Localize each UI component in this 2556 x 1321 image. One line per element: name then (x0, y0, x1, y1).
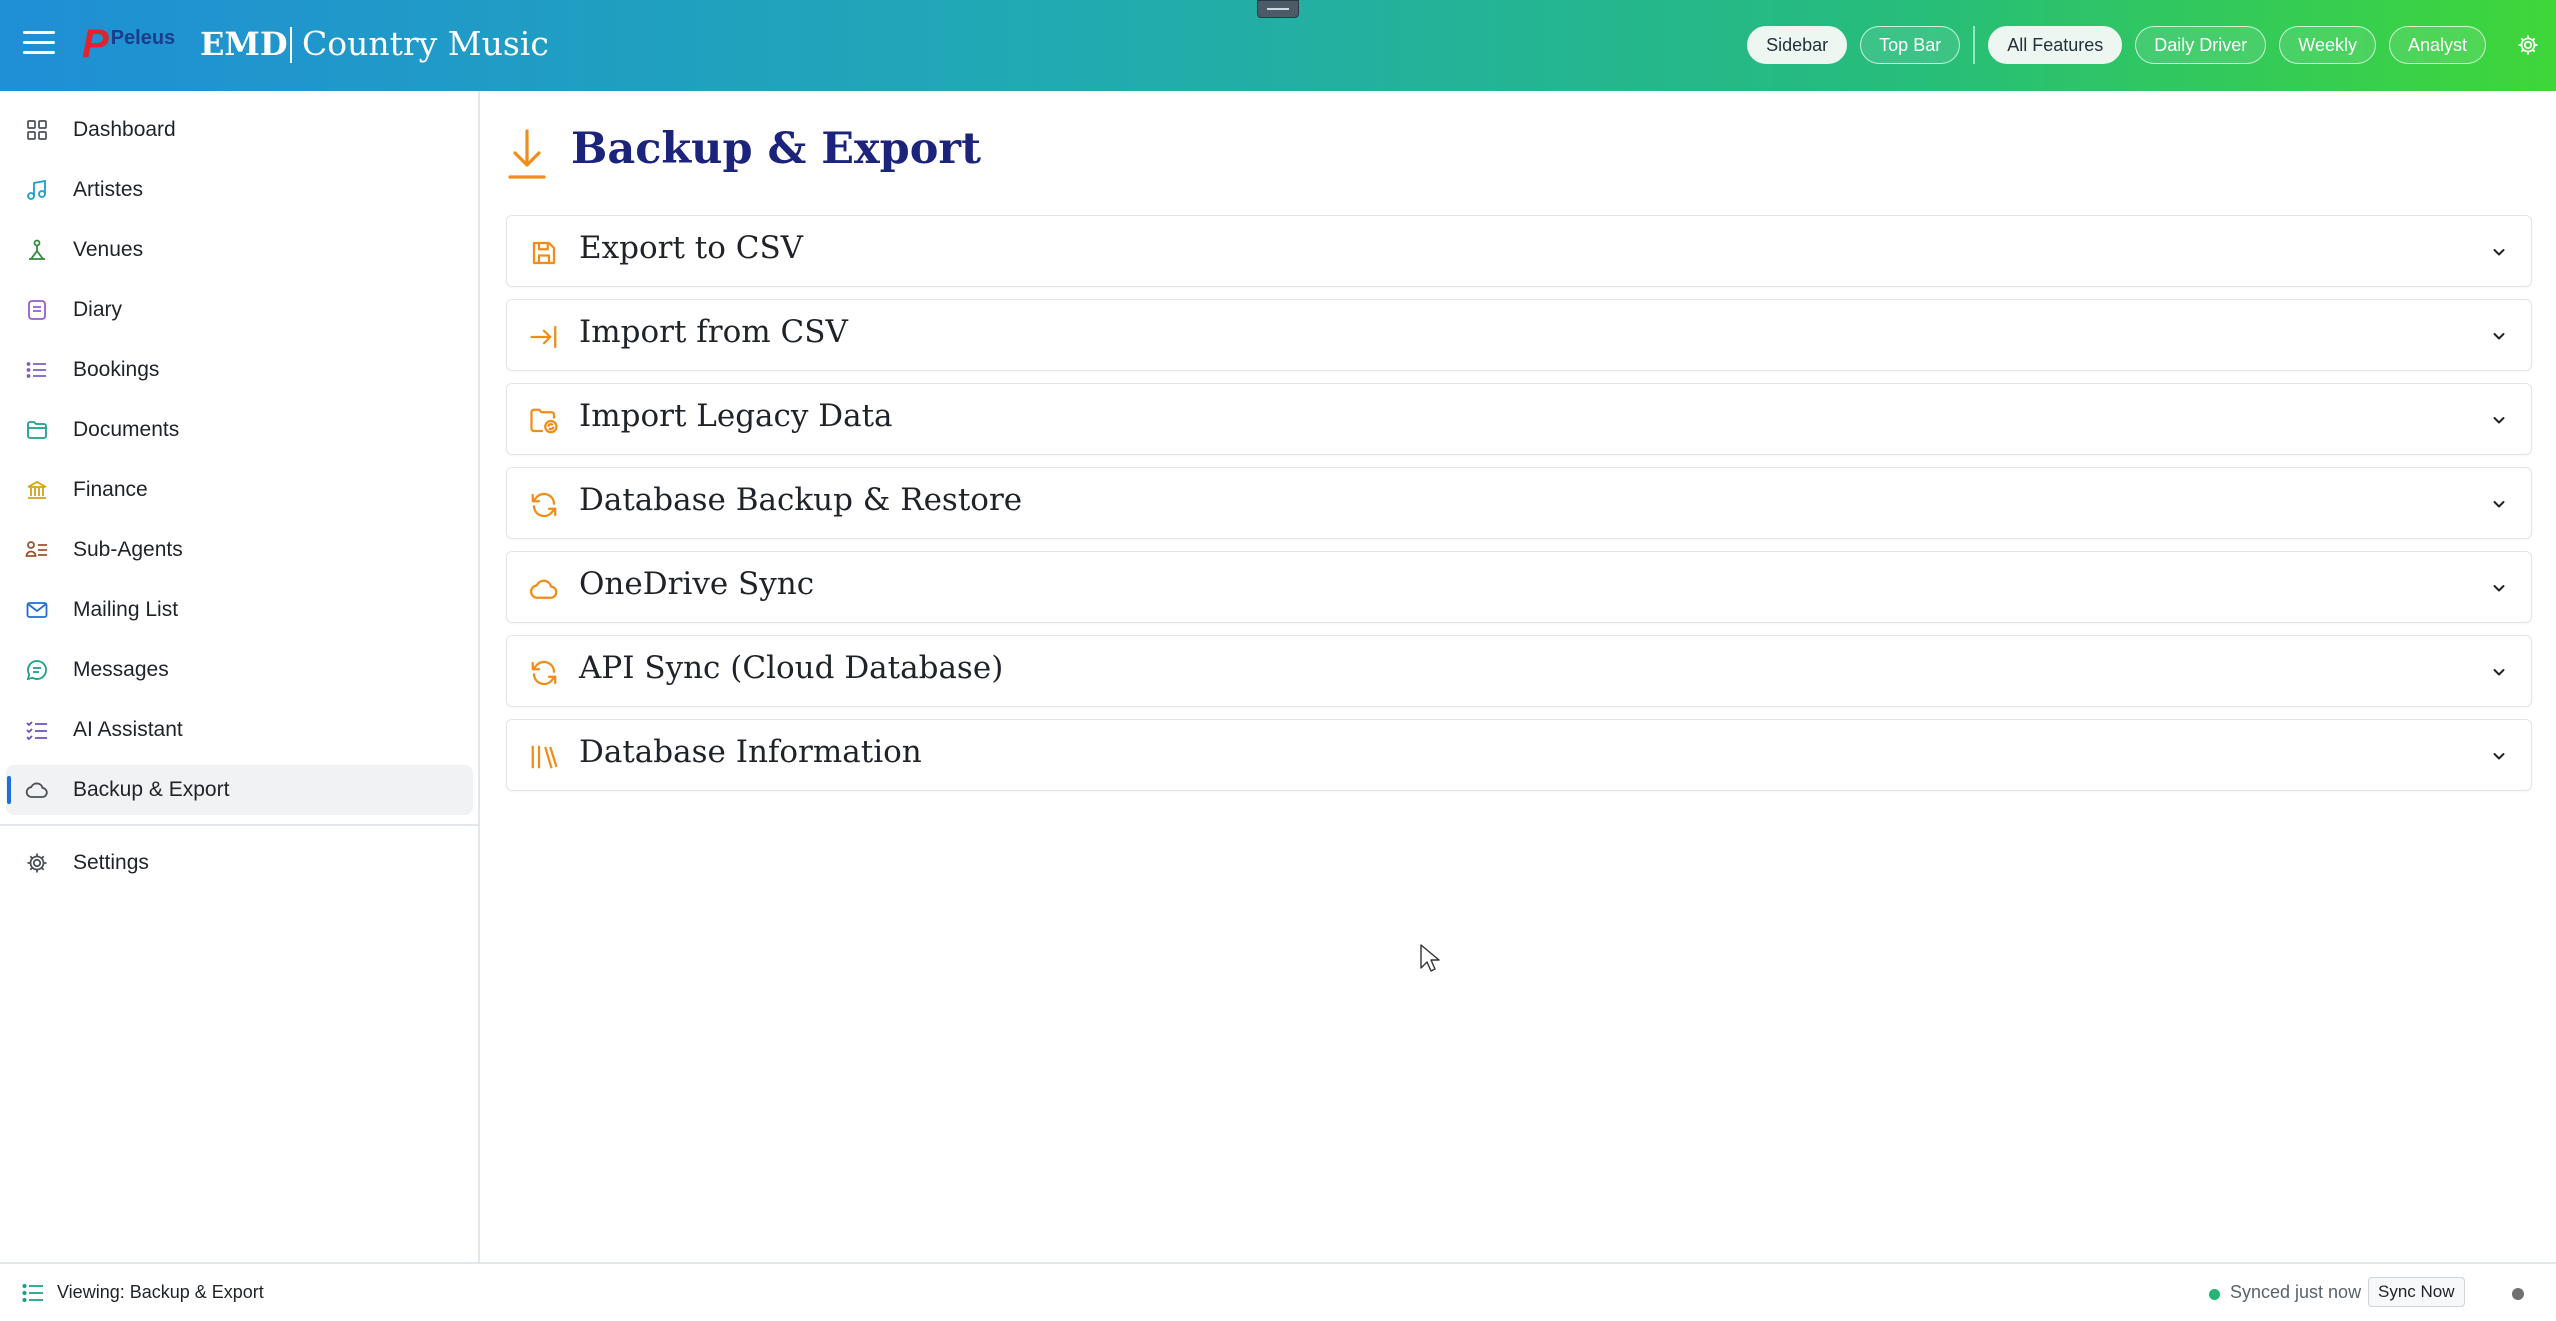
pill-all-features[interactable]: All Features (1988, 26, 2123, 64)
sync-now-button[interactable]: Sync Now (2368, 1277, 2465, 1307)
panel-onedrive-sync[interactable]: OneDrive Sync (506, 551, 2532, 623)
sidebar-item-sub-agents[interactable]: Sub-Agents (6, 525, 473, 575)
pill-daily-driver[interactable]: Daily Driver (2135, 26, 2267, 64)
sidebar-item-label: Bookings (73, 358, 160, 381)
sidebar-item-label: Backup & Export (73, 778, 230, 801)
page-title: Backup & Export (571, 124, 981, 174)
sidebar-item-documents[interactable]: Documents (6, 405, 473, 455)
sidebar-divider (0, 824, 478, 826)
top-bar: P Peleus EMD Country Music Sidebar Top B… (0, 0, 2556, 91)
cloud-icon (530, 579, 558, 599)
sidebar-item-mailing-list[interactable]: Mailing List (6, 585, 473, 635)
sidebar-item-venues[interactable]: Venues (6, 225, 473, 275)
chevron-down-icon (2493, 669, 2505, 676)
panel-label: Import from CSV (579, 314, 848, 350)
panel-label: OneDrive Sync (579, 566, 815, 602)
checklist-icon (24, 717, 50, 743)
library-icon (531, 745, 558, 769)
sidebar-item-diary[interactable]: Diary (6, 285, 473, 335)
sidebar: Dashboard Artistes Venues Diary Bookings… (0, 91, 480, 1262)
import-arrow-icon (530, 325, 557, 349)
sidebar-item-label: Diary (73, 298, 123, 321)
grid-icon (24, 117, 50, 143)
list-icon (24, 357, 50, 383)
title-divider (290, 27, 292, 63)
sidebar-item-label: AI Assistant (73, 718, 183, 741)
hamburger-menu-icon[interactable] (23, 31, 55, 57)
sidebar-item-label: Artistes (73, 178, 144, 201)
panel-label: Database Information (579, 734, 922, 770)
pill-separator (1973, 26, 1976, 64)
app-name: Country Music (302, 24, 549, 63)
sidebar-item-artistes[interactable]: Artistes (6, 165, 473, 215)
panel-database-information[interactable]: Database Information (506, 719, 2532, 791)
status-bar: Viewing: Backup & Export Synced just now… (0, 1262, 2556, 1321)
sidebar-item-backup-export[interactable]: Backup & Export (6, 765, 473, 815)
venue-icon (24, 237, 50, 263)
sidebar-item-label: Dashboard (73, 118, 176, 141)
panel-import-from-csv[interactable]: Import from CSV (506, 299, 2532, 371)
refresh-icon (531, 492, 557, 518)
music-note-icon (24, 177, 50, 203)
sidebar-item-label: Sub-Agents (73, 538, 183, 561)
view-mode-pills: Sidebar Top Bar All Features Daily Drive… (1747, 26, 2486, 64)
refresh-icon (531, 660, 557, 686)
sync-status-dot (2209, 1289, 2220, 1300)
mail-icon (24, 597, 50, 623)
folder-sync-icon (530, 408, 558, 434)
chevron-down-icon (2493, 249, 2505, 256)
pill-top-bar[interactable]: Top Bar (1860, 26, 1961, 64)
panel-api-sync[interactable]: API Sync (Cloud Database) (506, 635, 2532, 707)
sidebar-item-messages[interactable]: Messages (6, 645, 473, 695)
chevron-down-icon (2493, 753, 2505, 760)
sidebar-item-bookings[interactable]: Bookings (6, 345, 473, 395)
sync-status-text: Synced just now (2230, 1282, 2362, 1302)
pill-analyst[interactable]: Analyst (2388, 26, 2486, 64)
panel-label: Import Legacy Data (579, 398, 893, 434)
sidebar-item-label: Messages (73, 658, 169, 681)
chevron-down-icon (2493, 501, 2505, 508)
gear-icon[interactable] (2516, 33, 2540, 57)
panel-import-legacy-data[interactable]: Import Legacy Data (506, 383, 2532, 455)
sidebar-item-label: Documents (73, 418, 180, 441)
viewing-status: Viewing: Backup & Export (57, 1282, 264, 1302)
cloud-icon (24, 777, 50, 803)
panel-database-backup-restore[interactable]: Database Backup & Restore (506, 467, 2532, 539)
app-short-name: EMD (200, 25, 288, 63)
panel-label: Export to CSV (579, 230, 804, 266)
sidebar-item-label: Mailing List (73, 598, 179, 621)
message-icon (24, 657, 50, 683)
logo-text: Peleus (110, 26, 176, 49)
sidebar-item-dashboard[interactable]: Dashboard (6, 105, 473, 155)
app-logo: P Peleus (82, 24, 175, 64)
window-drag-handle[interactable] (1257, 0, 1299, 18)
users-list-icon (24, 537, 50, 563)
sidebar-item-label: Venues (73, 238, 144, 261)
download-arrow-icon (508, 129, 546, 179)
pill-sidebar[interactable]: Sidebar (1747, 26, 1848, 64)
sidebar-item-finance[interactable]: Finance (6, 465, 473, 515)
panel-export-to-csv[interactable]: Export to CSV (506, 215, 2532, 287)
chevron-down-icon (2493, 417, 2505, 424)
list-icon (22, 1283, 43, 1303)
chevron-down-icon (2493, 333, 2505, 340)
save-icon (532, 241, 556, 265)
sidebar-item-ai-assistant[interactable]: AI Assistant (6, 705, 473, 755)
bank-icon (24, 477, 50, 503)
panel-label: Database Backup & Restore (579, 482, 1023, 518)
sidebar-item-label: Settings (73, 851, 149, 874)
panel-label: API Sync (Cloud Database) (579, 650, 1004, 686)
logo-p-glyph: P (82, 22, 109, 66)
sidebar-item-label: Finance (73, 478, 148, 501)
diary-icon (24, 297, 50, 323)
chevron-down-icon (2493, 585, 2505, 592)
mouse-pointer-icon (1420, 944, 1440, 972)
folder-icon (24, 417, 50, 443)
pill-weekly[interactable]: Weekly (2279, 26, 2376, 64)
connection-indicator (2512, 1288, 2524, 1300)
gear-icon (24, 850, 50, 876)
sidebar-item-settings[interactable]: Settings (6, 838, 473, 888)
